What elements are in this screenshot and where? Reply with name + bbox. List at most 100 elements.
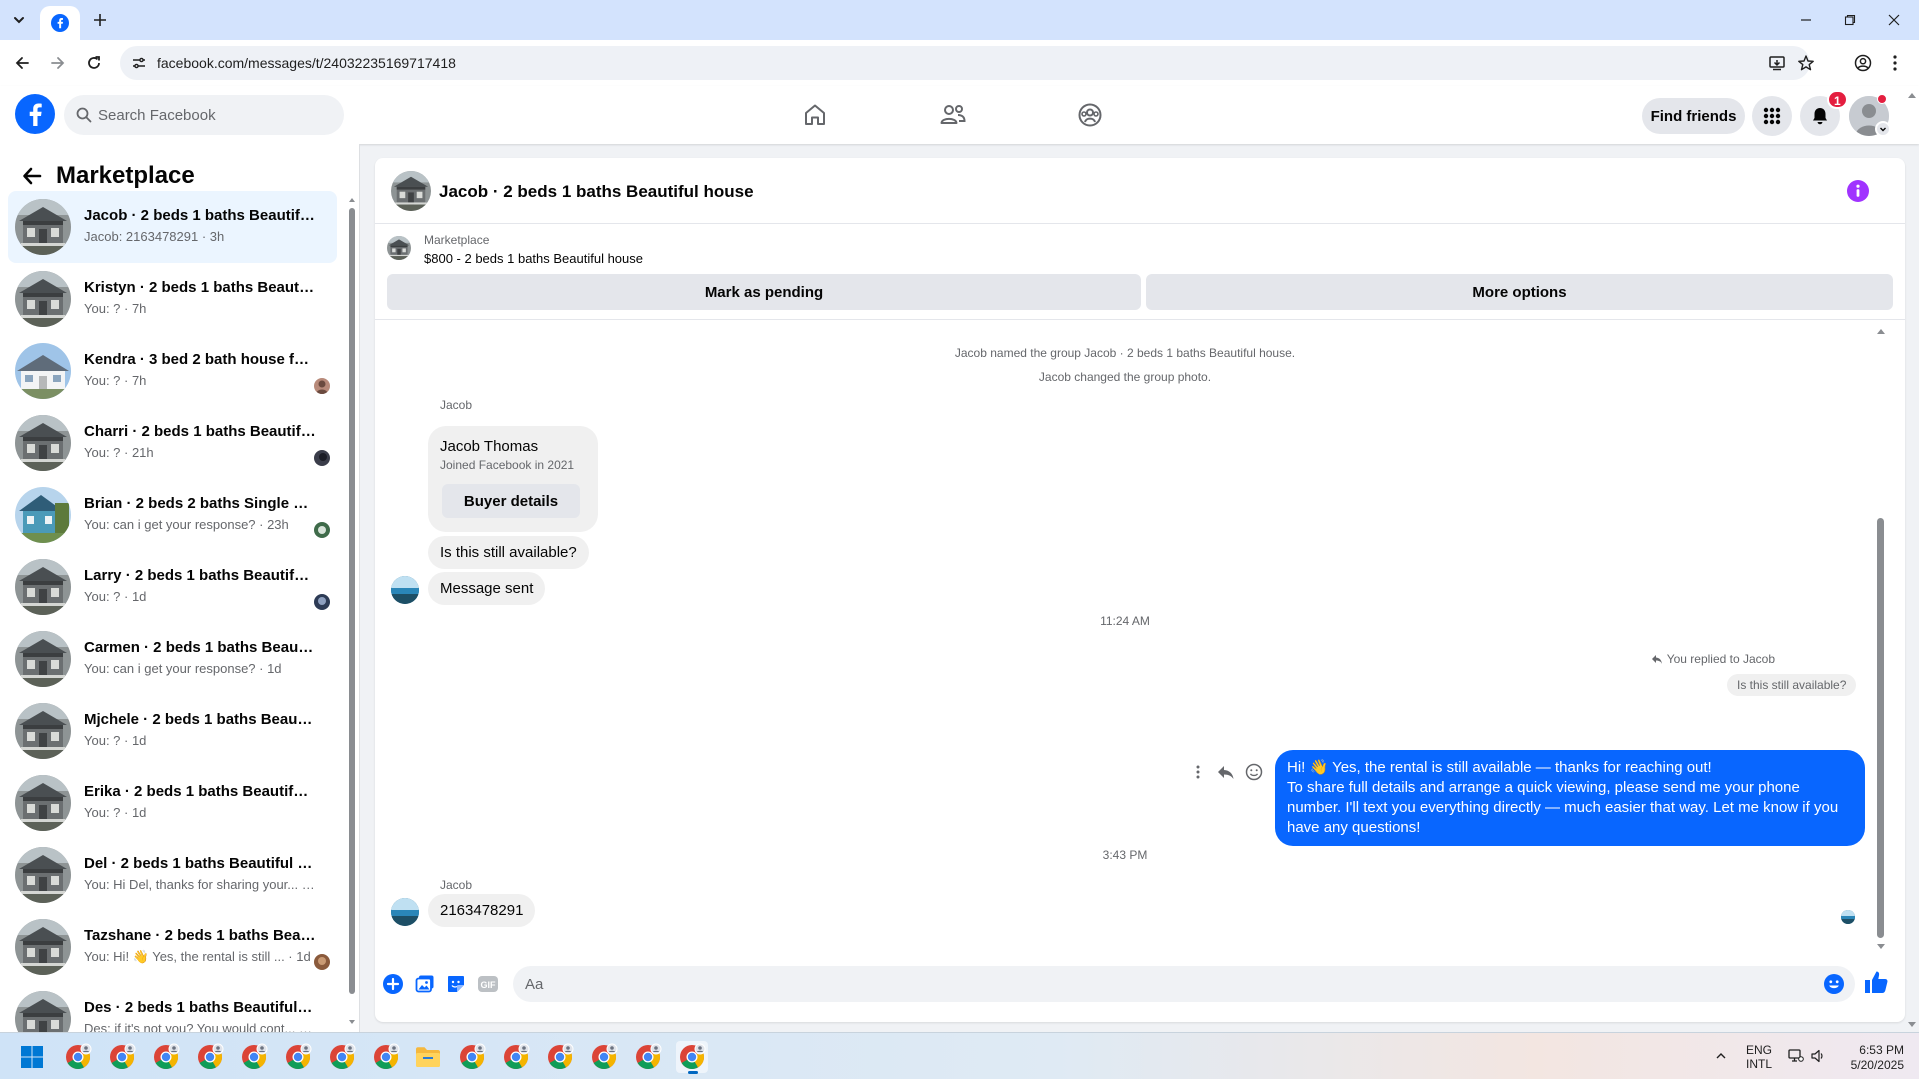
incoming-message[interactable]: Is this still available? [428, 536, 589, 569]
message-more-button[interactable] [1187, 761, 1209, 783]
buyer-details-button[interactable]: Buyer details [442, 484, 580, 518]
taskbar-chrome-profile-3[interactable] [150, 1041, 182, 1073]
chat-scroll-thumb[interactable] [1877, 518, 1884, 938]
chrome-profile-icon[interactable] [1853, 53, 1873, 73]
chrome-icon [153, 1043, 180, 1070]
quoted-message[interactable]: Is this still available? [1727, 674, 1857, 696]
message-input[interactable] [525, 966, 1805, 1002]
windows-start-icon[interactable] [20, 1045, 44, 1069]
taskbar-chrome-profile-1[interactable] [62, 1041, 94, 1073]
sender-avatar[interactable] [391, 898, 419, 926]
listing-thumbnail[interactable] [387, 236, 411, 260]
conversation-item[interactable]: Charri · 2 beds 1 baths Beautiful house … [8, 407, 337, 479]
read-receipt-avatar [1841, 910, 1855, 924]
chat-title[interactable]: Jacob · 2 beds 1 baths Beautiful house [439, 182, 754, 202]
browser-tab-facebook[interactable] [40, 6, 80, 40]
grid-menu-icon [1763, 107, 1781, 125]
tab-search-dropdown[interactable] [6, 8, 32, 32]
conversation-item[interactable]: Kendra · 3 bed 2 bath house for rent You… [8, 335, 337, 407]
taskbar-chrome-profile-2[interactable] [106, 1041, 138, 1073]
new-tab-button[interactable] [88, 8, 112, 32]
conversation-item[interactable]: Tazshane · 2 beds 1 baths Beautiful hous… [8, 911, 337, 983]
language-code: ENG [1746, 1043, 1773, 1057]
facebook-search[interactable] [64, 95, 344, 135]
input-language[interactable]: ENG INTL [1746, 1043, 1772, 1071]
search-input[interactable] [98, 95, 328, 135]
conversation-item[interactable]: Del · 2 beds 1 baths Beautiful house You… [8, 839, 337, 911]
sidebar-scroll-thumb[interactable] [349, 208, 355, 994]
mark-as-pending-button[interactable]: Mark as pending [387, 274, 1141, 310]
taskbar-chrome-profile-9[interactable] [456, 1041, 488, 1073]
sidebar-back-button[interactable] [18, 162, 46, 190]
sender-name: Jacob [440, 878, 473, 892]
taskbar-chrome-profile-8[interactable] [370, 1041, 402, 1073]
find-friends-button[interactable]: Find friends [1642, 98, 1745, 134]
message-input-box[interactable] [513, 966, 1855, 1002]
show-hidden-icons-button[interactable] [1712, 1047, 1730, 1065]
address-bar[interactable]: facebook.com/messages/t/2403223516971741… [120, 46, 1814, 80]
page-scroll-down-arrow-icon[interactable] [1907, 1020, 1917, 1030]
taskbar-chrome-profile-10[interactable] [500, 1041, 532, 1073]
bookmark-star-icon[interactable] [1796, 53, 1816, 73]
incoming-message[interactable]: Message sent [428, 572, 546, 605]
taskbar-chrome-profile-12[interactable] [588, 1041, 620, 1073]
taskbar-chrome-profile-13[interactable] [632, 1041, 664, 1073]
conversation-title: Erika · 2 beds 1 baths Beautiful house [84, 783, 316, 800]
conversation-item[interactable]: Jacob · 2 beds 1 baths Beautiful house J… [8, 191, 337, 263]
conversation-item[interactable]: Erika · 2 beds 1 baths Beautiful house Y… [8, 767, 337, 839]
conversation-item[interactable]: Mjchele · 2 beds 1 baths Beautiful house… [8, 695, 337, 767]
seen-avatar [314, 450, 330, 466]
nav-home[interactable] [795, 96, 835, 134]
incoming-message[interactable]: 2163478291 [428, 894, 536, 927]
listing-title[interactable]: $800 - 2 beds 1 baths Beautiful house [424, 251, 643, 266]
account-menu-caret[interactable] [1875, 121, 1891, 137]
outgoing-message[interactable]: Hi! 👋 Yes, the rental is still available… [1275, 750, 1865, 846]
chrome-menu-button[interactable] [1884, 52, 1906, 74]
facebook-logo-icon[interactable] [15, 94, 55, 134]
info-icon[interactable] [1847, 180, 1869, 202]
conversation-item[interactable]: Kristyn · 2 beds 1 baths Beautiful house… [8, 263, 337, 335]
scroll-down-arrow-icon[interactable] [348, 1018, 356, 1026]
taskbar-clock[interactable]: 6:53 PM 5/20/2025 [1838, 1043, 1904, 1073]
conversation-item[interactable]: Des · 2 beds 1 baths Beautiful house Des… [8, 983, 337, 1032]
conversation-item[interactable]: Carmen · 2 beds 1 baths Beautiful house … [8, 623, 337, 695]
restore-button[interactable] [1828, 6, 1872, 34]
scroll-down-arrow-icon[interactable] [1876, 942, 1886, 952]
taskbar-chrome-profile-7[interactable] [326, 1041, 358, 1073]
nav-friends[interactable] [933, 96, 973, 134]
minimize-button[interactable] [1784, 6, 1828, 34]
back-button[interactable] [8, 49, 36, 77]
scroll-up-arrow-icon[interactable] [1876, 326, 1886, 336]
volume-icon[interactable] [1809, 1047, 1827, 1065]
thumbs-up-icon[interactable] [1862, 968, 1890, 996]
taskbar-chrome-profile-5[interactable] [238, 1041, 270, 1073]
install-app-icon[interactable] [1767, 53, 1787, 73]
network-icon[interactable] [1787, 1047, 1805, 1065]
emoji-icon[interactable] [1823, 973, 1845, 995]
conversation-item[interactable]: Brian · 2 beds 2 baths Single Family You… [8, 479, 337, 551]
forward-button[interactable] [44, 49, 72, 77]
sender-avatar[interactable] [391, 576, 419, 604]
taskbar-chrome-active[interactable] [676, 1041, 708, 1074]
more-vertical-icon [1196, 765, 1200, 779]
conversation-item[interactable]: Larry · 2 beds 1 baths Beautiful house Y… [8, 551, 337, 623]
site-info-icon[interactable] [130, 54, 148, 72]
nav-groups[interactable] [1070, 96, 1110, 134]
more-options-button[interactable]: More options [1146, 274, 1893, 310]
taskbar-chrome-profile-6[interactable] [282, 1041, 314, 1073]
more-actions-button[interactable] [381, 972, 405, 996]
close-window-button[interactable] [1872, 6, 1916, 34]
message-reply-button[interactable] [1215, 761, 1237, 783]
scroll-up-arrow-icon [349, 198, 355, 202]
attach-photo-button[interactable] [413, 972, 437, 996]
menu-button[interactable] [1752, 96, 1792, 136]
taskbar-chrome-profile-11[interactable] [544, 1041, 576, 1073]
taskbar-file-explorer[interactable] [412, 1041, 444, 1073]
message-react-button[interactable] [1243, 761, 1265, 783]
taskbar-chrome-profile-4[interactable] [194, 1041, 226, 1073]
chat-avatar[interactable] [391, 171, 431, 211]
reload-button[interactable] [80, 49, 108, 77]
page-scroll-up-arrow-icon[interactable] [1907, 90, 1917, 100]
gif-button[interactable]: GIF [476, 972, 500, 996]
sticker-button[interactable] [444, 972, 468, 996]
